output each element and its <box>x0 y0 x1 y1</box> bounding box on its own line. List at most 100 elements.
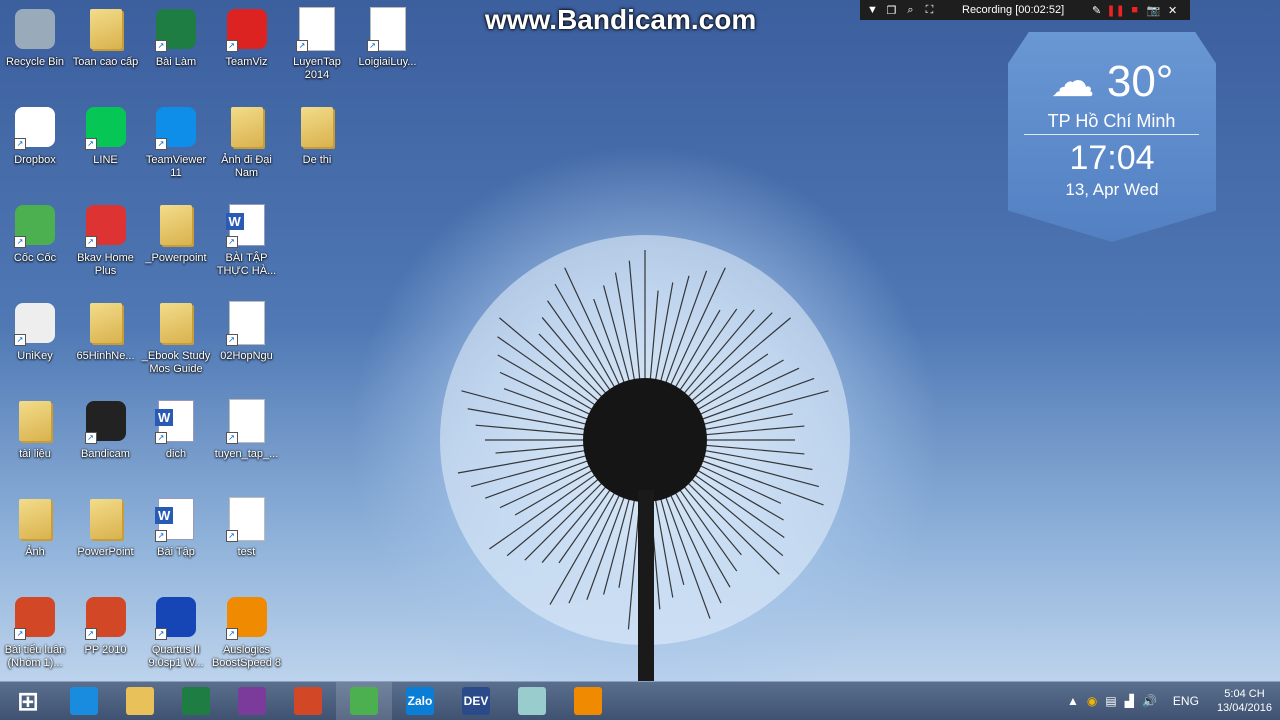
shortcut-arrow-icon: ↗ <box>225 432 238 444</box>
stop-icon[interactable]: ■ <box>1128 4 1141 17</box>
fullscreen-icon[interactable]: ⛶ <box>923 4 936 17</box>
desktop-icon-folder[interactable]: 65HinhNe... <box>71 296 141 386</box>
clock-date: 13/04/2016 <box>1216 702 1272 714</box>
dropbox-icon: ↗ <box>12 104 58 150</box>
desktop-icon-label: De thi <box>302 154 332 166</box>
powerpoint-icon: ↗ <box>83 594 129 640</box>
desktop-icon-label: Quartus II 9.0sp1 W... <box>148 644 204 669</box>
desktop-icon-document[interactable]: ↗ tuyen_tap_... <box>212 394 282 484</box>
taskbar-start-button[interactable]: ⊞ <box>0 682 56 720</box>
desktop-icon-folder[interactable]: _Powerpoint <box>141 198 211 288</box>
desktop-icon-document[interactable]: ↗ LoigiaiLuy... <box>353 2 423 92</box>
recycle-bin-icon <box>12 6 58 52</box>
taskbar-coccoc[interactable] <box>336 682 392 720</box>
word-icon: ↗ <box>224 202 270 248</box>
shortcut-arrow-icon: ↗ <box>14 236 26 248</box>
volume-icon[interactable]: 🔊 <box>1142 694 1157 708</box>
desktop-icon-folder[interactable]: Ảnh <box>0 492 70 582</box>
coccoc-tray-icon[interactable]: ◉ <box>1087 694 1097 708</box>
line-icon: ↗ <box>83 104 129 150</box>
desktop-icon-folder[interactable]: _Ebook Study Mos Guide <box>141 296 211 386</box>
shortcut-arrow-icon: ↗ <box>84 138 97 150</box>
dev-icon: DEV <box>462 687 490 715</box>
desktop-icon-label: LoigiaiLuy... <box>358 56 417 68</box>
taskbar-auslogics[interactable] <box>560 682 616 720</box>
document-icon: ↗ <box>294 6 340 52</box>
shortcut-arrow-icon: ↗ <box>155 432 167 444</box>
dropdown-icon[interactable]: ▼ <box>866 4 879 17</box>
desktop-icon-word[interactable]: ↗ dich <box>141 394 211 484</box>
desktop-icon-recycle-bin[interactable]: Recycle Bin <box>0 2 70 92</box>
shortcut-arrow-icon: ↗ <box>155 40 167 52</box>
desktop-icon-quartus[interactable]: ↗ Quartus II 9.0sp1 W... <box>141 590 211 680</box>
word-icon: ↗ <box>153 398 199 444</box>
desktop-icon-unikey[interactable]: ↗ UniKey <box>0 296 70 386</box>
desktop-icon-document[interactable]: ↗ 02HopNgu <box>212 296 282 386</box>
desktop-icon-auslogics[interactable]: ↗ Auslogics BoostSpeed 8 <box>212 590 282 680</box>
system-tray: ▲ ◉ ▤ ▟ 🔊 ENG 5:04 CH 13/04/2016 <box>1067 682 1280 720</box>
teamviz-icon: ↗ <box>224 6 270 52</box>
text-file-icon: ↗ <box>224 496 270 542</box>
desktop-icon-folder[interactable]: De thi <box>282 100 352 190</box>
taskbar-photos[interactable] <box>280 682 336 720</box>
camera-icon[interactable]: 📷 <box>1147 4 1161 17</box>
document-icon: ↗ <box>224 398 270 444</box>
word-icon: ↗ <box>153 496 199 542</box>
desktop-icon-label: Bandicam <box>81 448 130 460</box>
taskbar-file-explorer[interactable] <box>112 682 168 720</box>
search-icon[interactable]: ⌕ <box>904 4 917 17</box>
taskbar-internet-explorer[interactable] <box>56 682 112 720</box>
taskbar-onenote[interactable] <box>224 682 280 720</box>
desktop-icon-word[interactable]: ↗ Bài Tập <box>141 492 211 582</box>
signal-icon[interactable]: ▟ <box>1125 694 1134 708</box>
desktop-icon-label: Cốc Cốc <box>13 252 57 264</box>
store-icon <box>182 687 210 715</box>
desktop-icon-excel[interactable]: ↗ Bài Làm <box>141 2 211 92</box>
desktop-icon-label: test <box>237 546 256 558</box>
coccoc-icon <box>350 687 378 715</box>
folder-icon <box>12 398 58 444</box>
desktop-icon-folder[interactable]: Toan cao cấp <box>71 2 141 92</box>
language-indicator[interactable]: ENG <box>1173 694 1199 708</box>
desktop-icon-coccoc[interactable]: ↗ Cốc Cốc <box>0 198 70 288</box>
desktop-icon-label: Bài Làm <box>155 56 197 68</box>
shortcut-arrow-icon: ↗ <box>14 334 26 346</box>
desktop-icon-label: TeamViz <box>225 56 268 68</box>
taskbar-app[interactable] <box>504 682 560 720</box>
window-icon[interactable]: ❐ <box>885 4 898 17</box>
bkav-icon: ↗ <box>83 202 129 248</box>
desktop-icon-teamviz[interactable]: ↗ TeamViz <box>212 2 282 92</box>
desktop-icon-word[interactable]: ↗ BÀI TẬP THỰC HÀ... <box>212 198 282 288</box>
desktop-icon-powerpoint[interactable]: ↗ Bài tiểu luận (Nhóm 1)... <box>0 590 70 680</box>
folder-icon <box>83 496 129 542</box>
pen-icon[interactable]: ✎ <box>1090 4 1103 17</box>
desktop-icon-folder[interactable]: Ảnh đi Đại Nam <box>212 100 282 190</box>
desktop-icon-label: LINE <box>93 154 118 166</box>
folder-icon <box>126 687 154 715</box>
desktop-icon-folder[interactable]: tài liệu <box>0 394 70 484</box>
desktop-icon-label: Recycle Bin <box>5 56 65 68</box>
shortcut-arrow-icon: ↗ <box>225 530 238 542</box>
network-adapter-icon[interactable]: ▤ <box>1105 694 1116 708</box>
shortcut-arrow-icon: ↗ <box>84 236 97 248</box>
desktop-icon-line[interactable]: ↗ LINE <box>71 100 141 190</box>
folder-icon <box>153 202 199 248</box>
bandicam-icon: ↗ <box>83 398 129 444</box>
close-icon[interactable]: ✕ <box>1166 4 1179 17</box>
pause-icon[interactable]: ❚❚ <box>1106 4 1124 17</box>
desktop-icon-document[interactable]: ↗ LuyenTap 2014 <box>282 2 352 92</box>
desktop-icon-text-file[interactable]: ↗ test <box>212 492 282 582</box>
desktop-icon-dropbox[interactable]: ↗ Dropbox <box>0 100 70 190</box>
desktop-icon-folder[interactable]: PowerPoint <box>71 492 141 582</box>
taskbar-devcpp[interactable]: DEV <box>448 682 504 720</box>
taskbar-store[interactable] <box>168 682 224 720</box>
desktop-icon-teamviewer[interactable]: ↗ TeamViewer 11 <box>141 100 211 190</box>
desktop-icon-bkav[interactable]: ↗ Bkav Home Plus <box>71 198 141 288</box>
taskbar-zalo[interactable]: Zalo <box>392 682 448 720</box>
desktop-icon-label: Ảnh <box>25 546 45 558</box>
show-hidden-icons[interactable]: ▲ <box>1067 694 1079 708</box>
taskbar-clock[interactable]: 5:04 CH 13/04/2016 <box>1217 687 1272 715</box>
desktop-icon-powerpoint[interactable]: ↗ PP 2010 <box>71 590 141 680</box>
document-icon: ↗ <box>365 6 411 52</box>
desktop-icon-bandicam[interactable]: ↗ Bandicam <box>71 394 141 484</box>
